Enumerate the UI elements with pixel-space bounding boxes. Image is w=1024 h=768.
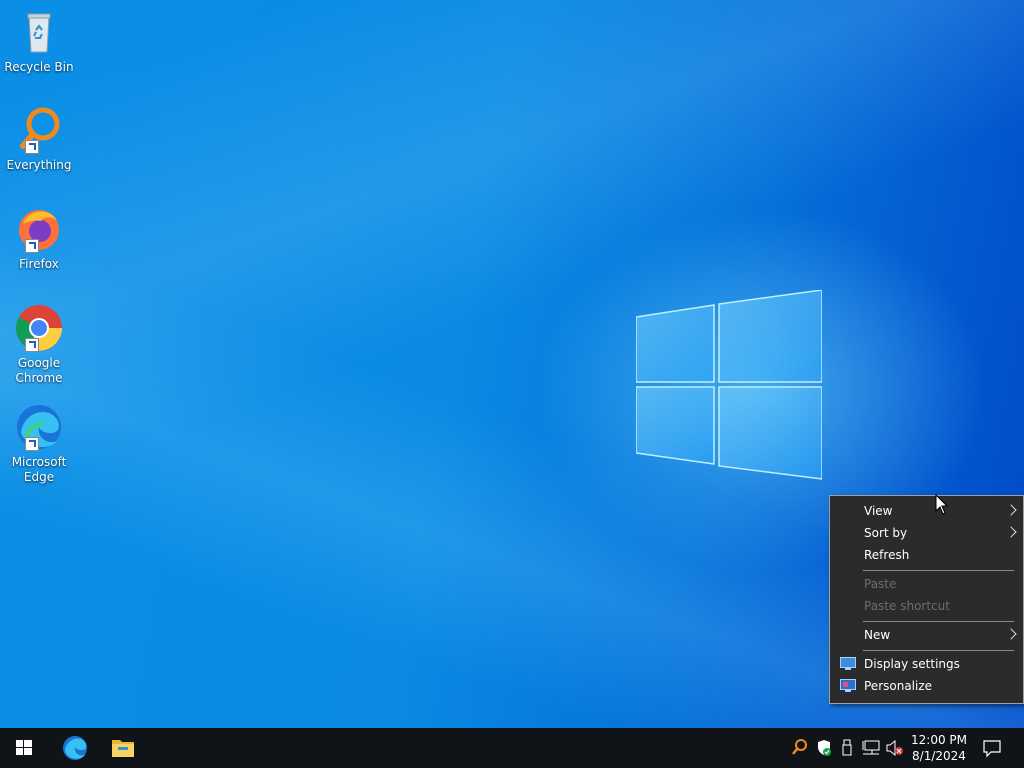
volume-muted-icon[interactable]	[885, 728, 905, 768]
chevron-right-icon	[1005, 526, 1017, 538]
desktop[interactable]: Recycle Bin Everything Firefox Google Ch…	[0, 0, 1024, 728]
menu-item-label: Paste shortcut	[864, 599, 950, 613]
clock-time: 12:00 PM	[911, 733, 967, 747]
everything-search-icon	[15, 106, 63, 154]
menu-item-label: View	[864, 504, 893, 518]
everything-tray-icon[interactable]	[790, 728, 808, 768]
start-icon	[16, 740, 32, 755]
menu-item-view[interactable]: View	[830, 500, 1023, 522]
file-explorer-icon	[112, 740, 134, 757]
action-center-button[interactable]	[980, 728, 1004, 768]
start-button[interactable]	[0, 728, 48, 768]
menu-separator	[863, 650, 1014, 651]
taskbar-clock[interactable]: 12:00 PM 8/1/2024	[906, 732, 972, 764]
menu-item-sort-by[interactable]: Sort by	[830, 522, 1023, 544]
desktop-icon-label: Firefox	[19, 257, 59, 271]
menu-item-paste: Paste	[830, 573, 1023, 595]
menu-item-label: Sort by	[864, 526, 908, 540]
desktop-icon-label: Google Chrome	[15, 356, 63, 385]
menu-item-label: Refresh	[864, 548, 910, 562]
notification-icon	[983, 740, 1001, 758]
shortcut-arrow-icon	[25, 239, 39, 253]
menu-item-personalize[interactable]: Personalize	[830, 675, 1023, 697]
taskbar: 12:00 PM 8/1/2024	[0, 728, 1024, 768]
personalize-icon	[840, 679, 856, 692]
menu-separator	[863, 621, 1014, 622]
menu-separator	[863, 570, 1014, 571]
chrome-icon	[15, 304, 63, 352]
clock-date: 8/1/2024	[912, 749, 966, 763]
desktop-context-menu: View Sort by Refresh Paste Paste shortcu…	[829, 495, 1024, 704]
taskbar-file-explorer-button[interactable]	[99, 728, 147, 768]
menu-item-label: Display settings	[864, 657, 960, 671]
display-settings-icon	[840, 657, 856, 670]
chevron-right-icon	[1005, 628, 1017, 640]
mouse-cursor-icon	[935, 494, 949, 515]
edge-icon	[63, 736, 87, 760]
menu-item-label: Personalize	[864, 679, 933, 693]
edge-icon	[15, 403, 63, 451]
shortcut-arrow-icon	[25, 140, 39, 154]
windows-security-icon[interactable]	[815, 728, 833, 768]
shortcut-arrow-icon	[25, 338, 39, 352]
desktop-icon-everything[interactable]: Everything	[4, 106, 74, 173]
shortcut-arrow-icon	[25, 437, 39, 451]
menu-item-new[interactable]: New	[830, 624, 1023, 646]
network-icon[interactable]	[861, 728, 881, 768]
desktop-icon-google-chrome[interactable]: Google Chrome	[4, 304, 74, 386]
desktop-icon-microsoft-edge[interactable]: Microsoft Edge	[4, 403, 74, 485]
chevron-right-icon	[1005, 504, 1017, 516]
menu-item-paste-shortcut: Paste shortcut	[830, 595, 1023, 617]
menu-item-label: New	[864, 628, 891, 642]
desktop-icon-recycle-bin[interactable]: Recycle Bin	[4, 8, 74, 75]
menu-item-refresh[interactable]: Refresh	[830, 544, 1023, 566]
recycle-bin-icon	[15, 8, 63, 56]
desktop-icon-label: Everything	[6, 158, 72, 172]
desktop-icon-label: Recycle Bin	[4, 60, 74, 74]
firefox-icon	[15, 205, 63, 253]
desktop-icon-label: Microsoft Edge	[11, 455, 67, 484]
taskbar-edge-button[interactable]	[51, 728, 99, 768]
desktop-icon-firefox[interactable]: Firefox	[4, 205, 74, 272]
usb-icon[interactable]	[840, 728, 854, 768]
menu-item-display-settings[interactable]: Display settings	[830, 653, 1023, 675]
windows-logo-wallpaper	[636, 290, 822, 480]
menu-item-label: Paste	[864, 577, 897, 591]
